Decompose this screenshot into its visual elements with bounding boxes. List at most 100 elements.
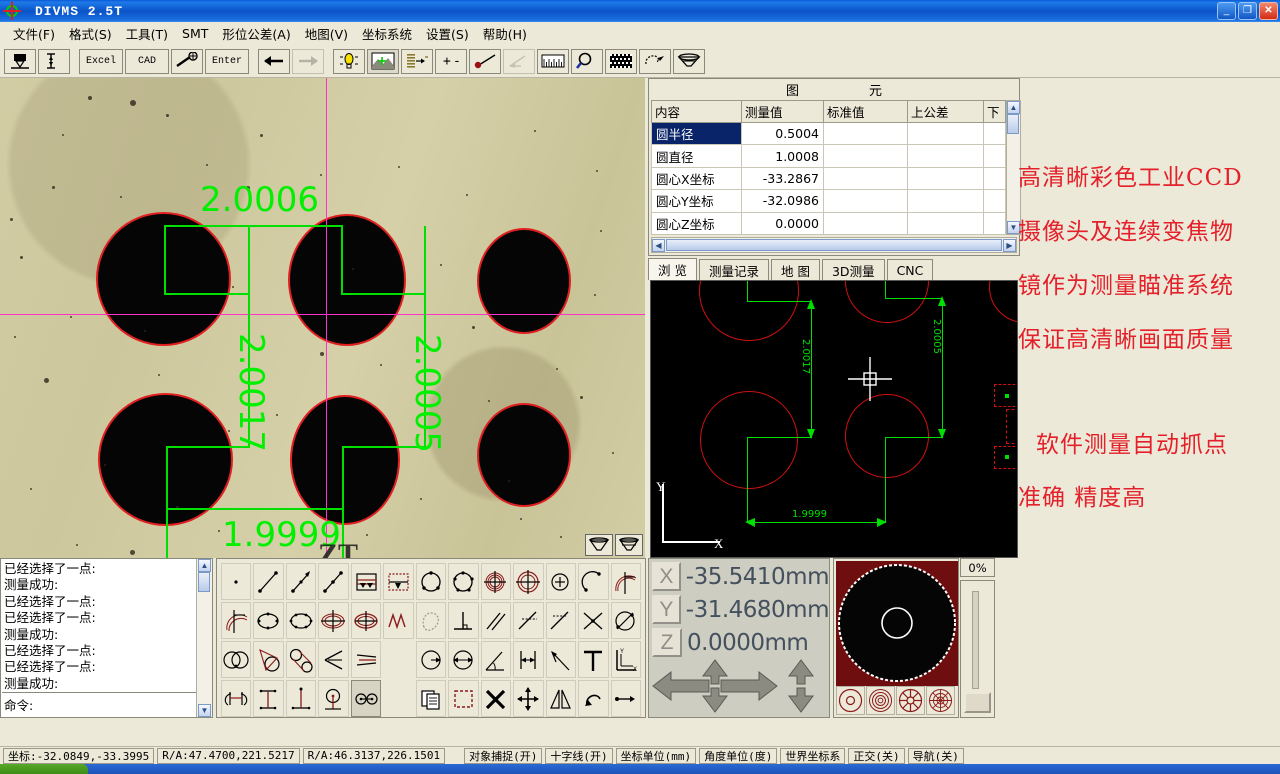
cad-export-button[interactable]: CAD [125,49,169,74]
ellipse-multi-pts-icon[interactable] [286,602,316,639]
line-dashed-box-icon[interactable] [383,563,413,600]
parallel-icon[interactable] [481,602,511,639]
cell-lower-tol[interactable] [984,167,1006,189]
cell-content[interactable]: 圆心Y坐标 [652,190,742,212]
circle-radius-dim-icon[interactable] [416,641,446,678]
progress-slider-track[interactable] [960,580,995,718]
select-box-icon[interactable] [448,680,478,717]
point-icon[interactable] [221,563,251,600]
status-navigation[interactable]: 导航(关) [908,748,964,764]
cell-lower-tol[interactable] [984,145,1006,167]
cell-lower-tol[interactable] [984,190,1006,212]
cell-lower-tol[interactable] [984,212,1006,234]
two-circle-intersect-icon[interactable] [221,641,251,678]
cell-standard[interactable] [824,145,908,167]
magnifier-target-icon[interactable] [171,49,203,74]
cell-measured[interactable]: 0.5004 [742,123,824,145]
checker-pattern-icon[interactable] [605,49,637,74]
menu-file[interactable]: 文件(F) [6,22,62,45]
two-circles-link-icon[interactable] [351,680,381,717]
minimize-button[interactable]: _ [1217,2,1236,20]
laser-point-icon[interactable] [469,49,501,74]
camera-viewport[interactable]: 2.0006 2.0017 2.0005 1.9999 ZT [0,78,645,558]
distance-dim-icon[interactable] [513,641,543,678]
arc-fit-icon[interactable] [221,602,251,639]
freeform-trace-icon[interactable] [639,49,671,74]
circle-tangent-line-icon[interactable] [253,641,283,678]
line-3pt-icon[interactable] [318,563,348,600]
line-2pt-icon[interactable] [253,563,283,600]
column-header[interactable]: 下 [984,101,1006,123]
status-ortho[interactable]: 正交(关) [848,748,904,764]
table-row[interactable]: 圆心X坐标-33.2867 [652,167,1006,189]
cad-viewport[interactable]: 2.0017 2.0005 1.9999 Y X [650,280,1018,558]
maximize-button[interactable]: ❐ [1238,2,1257,20]
cone-view-a-icon[interactable] [585,534,613,556]
image-capture-icon[interactable] [367,49,399,74]
status-angle-unit[interactable]: 角度单位(度) [699,748,777,764]
circle-multi-pt-icon[interactable] [448,563,478,600]
table-row[interactable]: 圆心Z坐标0.0000 [652,212,1006,234]
ellipse-center-icon[interactable] [351,602,381,639]
tab-measure-record[interactable]: 测量记录 [699,259,769,280]
camera-corner-tools[interactable] [585,534,643,556]
cell-upper-tol[interactable] [908,145,984,167]
menu-coordinate-system[interactable]: 坐标系统 [355,22,419,45]
circle-3pt-icon[interactable] [416,563,446,600]
table-row[interactable]: 圆直径1.0008 [652,145,1006,167]
zoom-icon[interactable] [571,49,603,74]
cell-measured[interactable]: 0.0000 [742,212,824,234]
cone-view-b-icon[interactable] [615,534,643,556]
cell-content[interactable]: 圆半径 [652,123,742,145]
scroll-up-button[interactable]: ▲ [1007,101,1020,114]
cell-measured[interactable]: 1.0008 [742,145,824,167]
excel-export-button[interactable]: Excel [79,49,123,74]
undo-icon[interactable] [578,680,608,717]
cell-content[interactable]: 圆直径 [652,145,742,167]
cell-standard[interactable] [824,212,908,234]
tab-browse[interactable]: 浏 览 [648,258,697,280]
height-dim-icon[interactable] [286,680,316,717]
angle-line-icon[interactable] [503,49,535,74]
cell-standard[interactable] [824,123,908,145]
cell-upper-tol[interactable] [908,167,984,189]
status-crosshair[interactable]: 十字线(开) [545,748,612,764]
arc-scan-icon[interactable] [611,563,641,600]
status-world-cs[interactable]: 世界坐标系 [780,748,845,764]
circle-height-icon[interactable] [318,680,348,717]
cell-upper-tol[interactable] [908,123,984,145]
menu-smt[interactable]: SMT [175,24,215,43]
table-row[interactable]: 圆半径0.5004 [652,123,1006,145]
cell-lower-tol[interactable] [984,123,1006,145]
line-dashed-offset-icon[interactable] [546,602,576,639]
ellipse-pts-icon[interactable] [253,602,283,639]
gauge-concentric-icon[interactable] [866,686,895,715]
vscroll-thumb[interactable] [1007,114,1019,134]
command-row[interactable]: 命令: [2,692,196,716]
status-ra-1[interactable]: R/A:47.4700,221.5217 [157,748,299,764]
perpendicular-icon[interactable] [448,602,478,639]
line-arrow-icon[interactable] [286,563,316,600]
cell-standard[interactable] [824,167,908,189]
menu-map[interactable]: 地图(V) [298,22,355,45]
ellipse-scan-icon[interactable] [318,602,348,639]
angle-dim-icon[interactable] [481,641,511,678]
two-circle-tangent-icon[interactable] [286,641,316,678]
cell-measured[interactable]: -33.2867 [742,167,824,189]
hscroll-thumb[interactable] [666,239,1002,251]
arc-icon[interactable] [578,563,608,600]
start-button[interactable] [0,764,88,774]
tab-3d-measure[interactable]: 3D测量 [822,259,885,280]
gauge-pie-segments-icon[interactable] [896,686,925,715]
mirror-icon[interactable] [546,680,576,717]
log-scroll-down-button[interactable]: ▼ [198,704,211,717]
freeform-icon[interactable] [416,602,446,639]
column-header[interactable]: 内容 [652,101,742,123]
element-table[interactable]: 内容测量值标准值上公差下 圆半径0.5004圆直径1.0008圆心X坐标-33.… [651,100,1006,235]
light-levels-icon[interactable] [401,49,433,74]
scroll-left-button[interactable]: ◀ [652,239,665,252]
coord-axes-icon[interactable]: YX [611,641,641,678]
symmetry-dim-icon[interactable] [221,680,251,717]
log-scroll-thumb[interactable] [198,572,210,592]
polyline-icon[interactable] [383,602,413,639]
